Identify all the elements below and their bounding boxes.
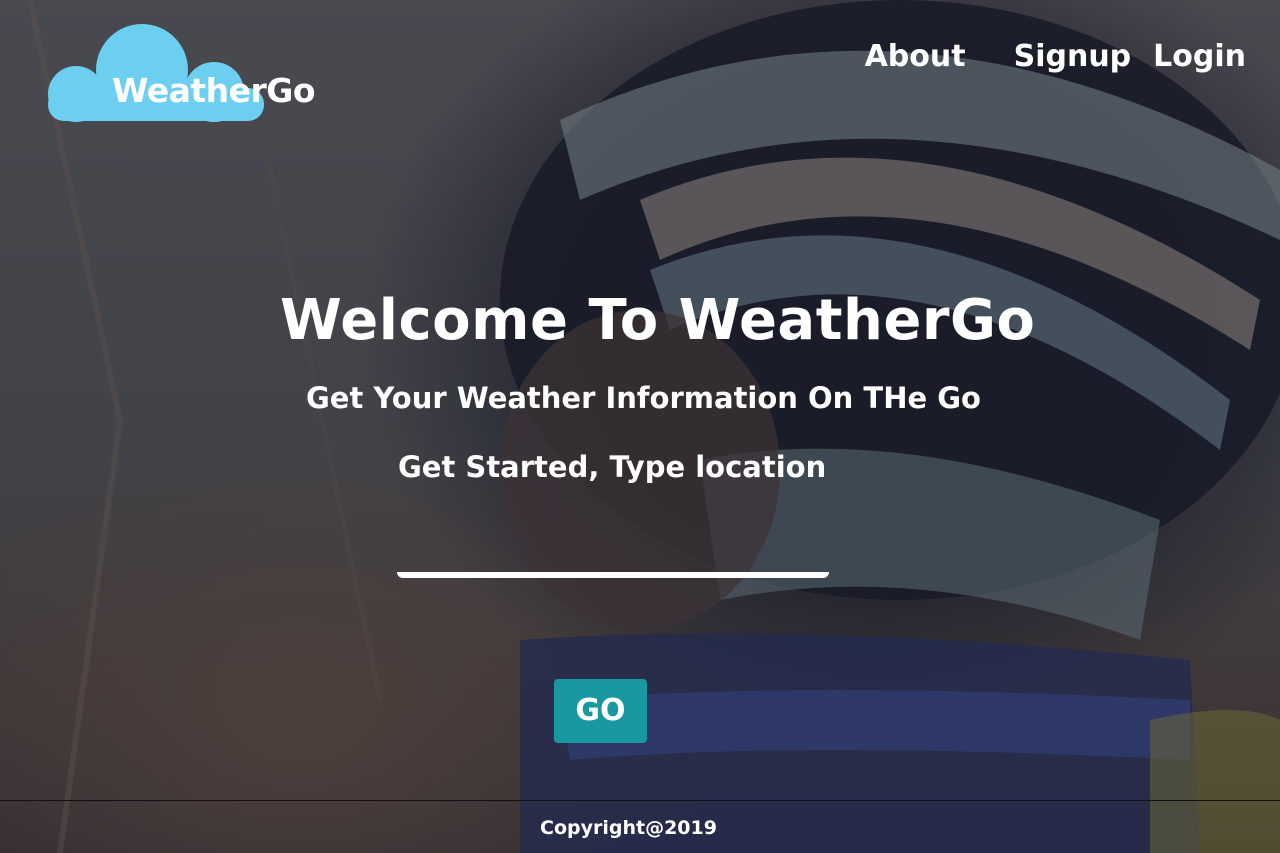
location-input[interactable] (397, 540, 829, 578)
footer-copyright: Copyright@2019 (540, 817, 717, 839)
top-nav: About Signup Login (865, 42, 1246, 72)
hero-subtitle: Get Your Weather Information On THe Go (306, 381, 981, 415)
brand-name: WeatherGo (112, 71, 316, 110)
nav-login-link[interactable]: Login (1153, 42, 1246, 72)
brand-logo[interactable]: WeatherGo (24, 22, 324, 124)
nav-about-link[interactable]: About (865, 42, 966, 72)
go-button[interactable]: GO (554, 679, 647, 743)
nav-signup-link[interactable]: Signup (1014, 42, 1132, 72)
footer-divider (0, 800, 1280, 801)
nav-spacer (988, 42, 992, 72)
hero-cta-text: Get Started, Type location (398, 450, 827, 484)
hero-title: Welcome To WeatherGo (280, 288, 1036, 353)
